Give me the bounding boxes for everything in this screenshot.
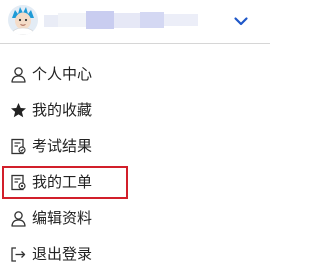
menu-item-label: 我的收藏 bbox=[32, 101, 93, 119]
menu-item-my-tickets[interactable]: 我的工单 bbox=[0, 164, 270, 200]
menu-item-label: 编辑资料 bbox=[32, 209, 93, 227]
user-outline-icon bbox=[10, 66, 27, 83]
user-dropdown-panel: 个人中心 我的收藏 考试结果 我的工单 编辑资料 退出登录 bbox=[0, 0, 270, 279]
menu-item-profile[interactable]: 个人中心 bbox=[0, 56, 270, 92]
chevron-down-icon[interactable] bbox=[232, 12, 250, 30]
menu-item-label: 个人中心 bbox=[32, 65, 93, 83]
star-filled-icon bbox=[10, 102, 27, 119]
exam-result-icon bbox=[10, 138, 27, 155]
user-avatar-icon bbox=[8, 5, 38, 35]
user-outline-icon bbox=[10, 210, 27, 227]
menu-item-favorites[interactable]: 我的收藏 bbox=[0, 92, 270, 128]
menu-item-label: 考试结果 bbox=[32, 137, 93, 155]
user-header[interactable] bbox=[0, 0, 270, 42]
menu-item-exam-results[interactable]: 考试结果 bbox=[0, 128, 270, 164]
ticket-document-icon bbox=[10, 174, 27, 191]
logout-icon bbox=[10, 246, 27, 263]
user-avatar[interactable] bbox=[8, 5, 38, 35]
username-obscured bbox=[44, 11, 198, 29]
menu-item-label: 我的工单 bbox=[32, 173, 93, 191]
menu-item-label: 退出登录 bbox=[32, 245, 93, 263]
header-divider bbox=[0, 43, 270, 44]
menu-item-edit-profile[interactable]: 编辑资料 bbox=[0, 200, 270, 236]
menu-item-logout[interactable]: 退出登录 bbox=[0, 236, 270, 272]
